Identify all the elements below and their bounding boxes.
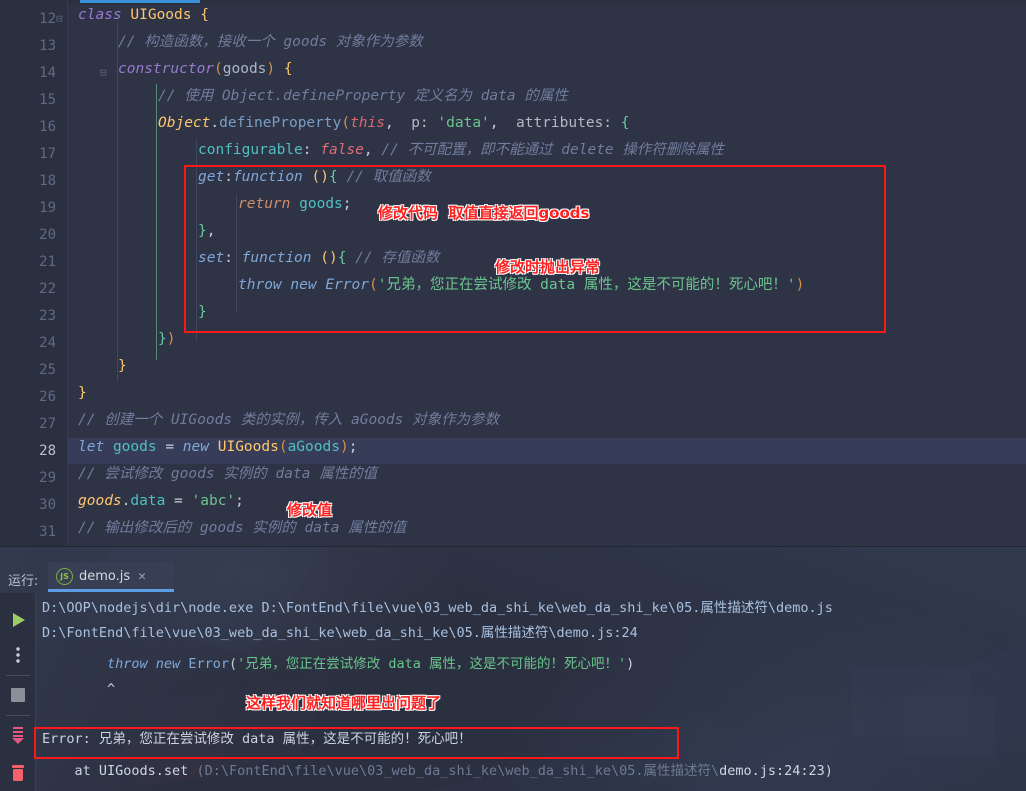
code-line-25: } — [118, 358, 127, 374]
toolbar-separator — [6, 675, 30, 676]
line-number: 19 — [39, 200, 56, 216]
line-number: 22 — [39, 281, 56, 297]
console-line-command: D:\OOP\nodejs\dir\node.exe D:\FontEnd\fi… — [42, 600, 833, 616]
line-number: 20 — [39, 227, 56, 243]
nodejs-icon: JS — [56, 568, 73, 585]
indent-guide — [196, 140, 197, 340]
code-line-30: goods.data = 'abc'; — [78, 493, 244, 509]
console-line-source: throw new Error('兄弟，您正在尝试修改 data 属性，这是不可… — [42, 656, 635, 672]
more-options-button[interactable] — [8, 645, 28, 665]
line-number: 21 — [39, 254, 56, 270]
console-tab-label: demo.js — [79, 569, 131, 584]
line-number-current: 28 — [39, 443, 56, 459]
line-number: 31 — [39, 524, 56, 540]
clear-all-button[interactable] — [8, 763, 28, 783]
code-line-22: throw new Error('兄弟，您正在尝试修改 data 属性，这是不可… — [238, 277, 805, 293]
line-number: 17 — [39, 146, 56, 162]
gutter-divider — [67, 0, 68, 546]
code-line-20: }, — [198, 223, 216, 239]
code-line-15: // 使用 Object.defineProperty 定义名为 data 的属… — [158, 88, 568, 104]
rerun-button[interactable] — [8, 610, 28, 630]
console-tab-active-indicator — [48, 589, 174, 592]
line-number: 16 — [39, 119, 56, 135]
annot-modify-value: 修改值 — [287, 501, 333, 519]
code-line-14: constructor(goods) { — [118, 61, 293, 77]
code-line-21: set: function (){ // 存值函数 — [198, 250, 440, 266]
console-at-loc: demo.js:24:23) — [719, 763, 833, 779]
console-output[interactable]: D:\OOP\nodejs\dir\node.exe D:\FontEnd\fi… — [36, 596, 1026, 791]
line-number: 25 — [39, 362, 56, 378]
line-number: 29 — [39, 470, 56, 486]
console-line-caret: ^ — [42, 681, 116, 697]
line-number: 24 — [39, 335, 56, 351]
annot-throw-on-set: 修改时抛出异常 — [495, 258, 601, 276]
close-icon[interactable]: ✕ — [138, 569, 146, 584]
code-line-17: configurable: false, // 不可配置，即不能通过 delet… — [198, 142, 724, 158]
console-at-fn: at UIGoods.set — [42, 763, 197, 779]
line-number-gutter — [0, 0, 68, 546]
console-tab-demo-js[interactable]: JS demo.js ✕ — [48, 562, 174, 591]
stop-button[interactable] — [8, 685, 28, 705]
code-line-19: return goods; — [238, 196, 352, 212]
indent-guide-active — [156, 84, 157, 360]
line-number: 15 — [39, 92, 56, 108]
scroll-to-end-button[interactable] — [8, 725, 28, 745]
console-line-at: at UIGoods.set (D:\FontEnd\file\vue\03_w… — [42, 759, 833, 784]
code-line-29: // 尝试修改 goods 实例的 data 属性的值 — [78, 466, 378, 482]
console-line-error: Error: 兄弟，您正在尝试修改 data 属性，这是不可能的！死心吧！ — [42, 731, 472, 747]
code-line-23: } — [198, 304, 207, 320]
line-number: 14 — [39, 65, 56, 81]
fold-marker-icon[interactable]: ⊟ — [56, 12, 63, 25]
console-at-path: (D:\FontEnd\file\vue\03_web_da_shi_ke\we… — [196, 763, 720, 779]
line-number: 30 — [39, 497, 56, 513]
code-line-18: get:function (){ // 取值函数 — [198, 169, 431, 185]
code-line-16: Object.defineProperty(this, p: 'data', a… — [158, 115, 630, 131]
line-number: 26 — [39, 389, 56, 405]
code-editor[interactable]: 12 13 14 15 16 17 18 19 20 21 22 23 24 2… — [0, 0, 1026, 546]
line-number: 18 — [39, 173, 56, 189]
code-line-28: let goods = new UIGoods(aGoods); — [78, 439, 358, 455]
line-number: 27 — [39, 416, 56, 432]
code-line-13: // 构造函数，接收一个 goods 对象作为参数 — [118, 34, 423, 50]
line-number: 13 — [39, 38, 56, 54]
active-tab-indicator — [80, 0, 200, 3]
line-number: 23 — [39, 308, 56, 324]
console-line-stack-path: D:\FontEnd\file\vue\03_web_da_shi_ke\web… — [42, 625, 638, 641]
run-label: 运行: — [8, 574, 39, 589]
console-top-divider — [0, 546, 1026, 547]
fold-marker-icon[interactable]: ⊟ — [100, 66, 107, 79]
toolbar-separator — [6, 715, 30, 716]
code-line-31: // 输出修改后的 goods 实例的 data 属性的值 — [78, 520, 407, 536]
console-toolbar[interactable] — [0, 593, 36, 791]
code-line-24: }) — [158, 331, 176, 347]
annot-know-problem: 这样我们就知道哪里出问题了 — [246, 694, 442, 712]
line-number: 12 — [39, 11, 56, 27]
code-line-26: } — [78, 385, 87, 401]
ide-window: 12 13 14 15 16 17 18 19 20 21 22 23 24 2… — [0, 0, 1026, 791]
annot-modify-code: 修改代码 取值直接返回goods — [378, 204, 590, 222]
code-line-27: // 创建一个 UIGoods 类的实例，传入 aGoods 对象作为参数 — [78, 412, 500, 428]
code-line-12: class UIGoods { — [78, 7, 209, 23]
